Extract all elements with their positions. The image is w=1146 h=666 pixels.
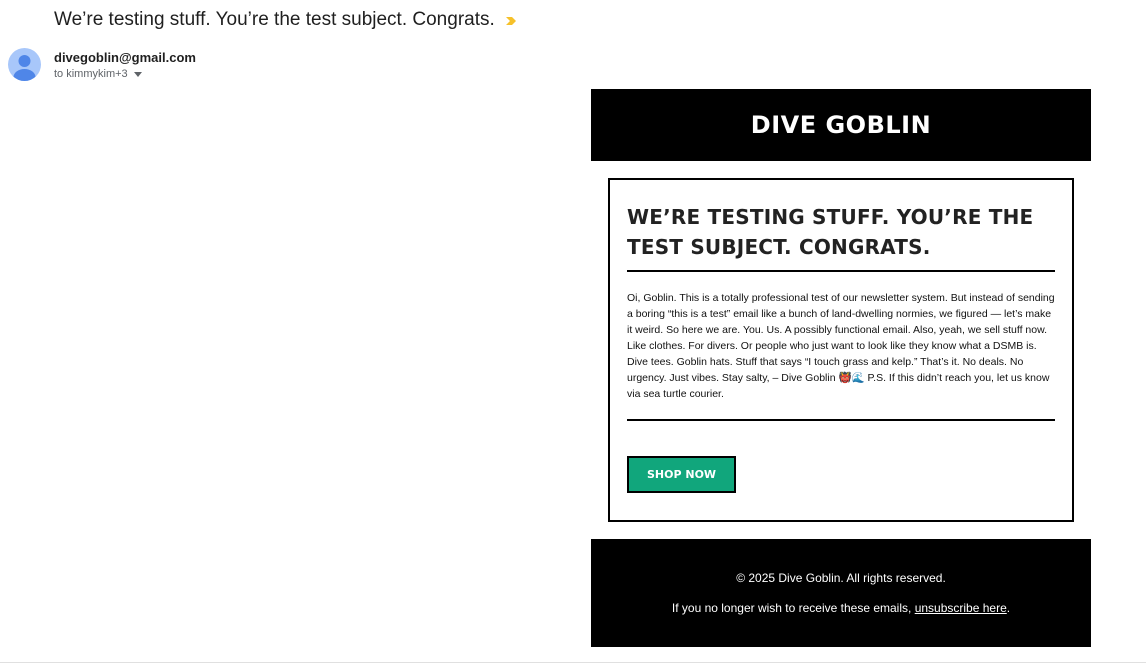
newsletter-card: WE’RE TESTING STUFF. YOU’RE THE TEST SUB… <box>608 178 1074 522</box>
newsletter-text: Oi, Goblin. This is a totally profession… <box>627 292 1055 400</box>
sender-email[interactable]: divegoblin@gmail.com <box>54 50 196 65</box>
sender-avatar[interactable] <box>8 48 41 81</box>
email-subject: We’re testing stuff. You’re the test sub… <box>54 9 495 30</box>
copyright-text: © 2025 Dive Goblin. All rights reserved. <box>736 571 946 585</box>
chevron-down-icon[interactable] <box>133 71 142 77</box>
recipients-line[interactable]: to kimmykim+3 <box>54 68 142 80</box>
newsletter-footer: © 2025 Dive Goblin. All rights reserved.… <box>591 539 1091 647</box>
brand-title: DIVE GOBLIN <box>750 111 932 139</box>
email-subject-row: We’re testing stuff. You’re the test sub… <box>54 9 517 31</box>
divider <box>627 270 1055 272</box>
unsubscribe-link[interactable]: unsubscribe here <box>915 601 1007 615</box>
notice-prefix: If you no longer wish to receive these e… <box>671 601 915 615</box>
divider <box>627 419 1055 421</box>
newsletter-header: DIVE GOBLIN <box>591 89 1091 161</box>
divider <box>0 662 1146 663</box>
recipients-label: to kimmykim+3 <box>54 68 128 80</box>
importance-marker-icon[interactable] <box>505 14 517 26</box>
newsletter-headline: WE’RE TESTING STUFF. YOU’RE THE TEST SUB… <box>627 205 1034 259</box>
shop-now-button[interactable]: SHOP NOW <box>627 456 737 493</box>
unsubscribe-notice: If you no longer wish to receive these e… <box>591 601 1091 615</box>
notice-suffix: . <box>1006 601 1011 615</box>
newsletter-body: DIVE GOBLIN WE’RE TESTING STUFF. YOU’RE … <box>591 89 1091 647</box>
